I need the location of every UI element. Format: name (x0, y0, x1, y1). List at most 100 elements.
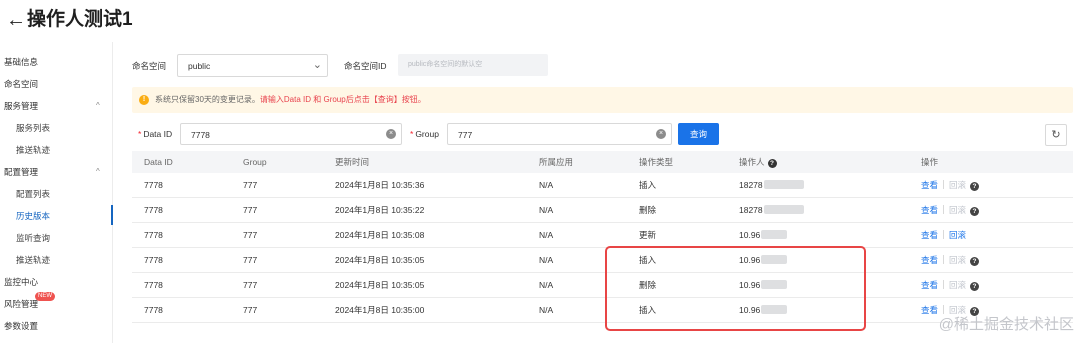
cell-actions: 查看 回滚 (921, 229, 966, 241)
help-icon[interactable]: ? (970, 257, 980, 266)
cell-op-type: 更新 (639, 230, 657, 240)
divider (943, 305, 945, 314)
sidebar-item-risk-management[interactable]: 风险管理 (4, 298, 38, 310)
cell-update-time: 2024年1月8日 10:35:05 (335, 280, 425, 290)
operator-text: 10.96 (739, 305, 761, 315)
view-link[interactable]: 查看 (921, 280, 938, 290)
watermark: @稀土掘金技术社区 (938, 316, 1074, 333)
column-header-group: Group (243, 157, 267, 167)
table-row: 7778 777 2024年1月8日 10:35:05 N/A 插入 10.96… (132, 248, 1073, 273)
column-header-dataid: Data ID (144, 157, 173, 167)
view-link[interactable]: 查看 (921, 205, 938, 215)
cell-actions: 查看 回滚? (921, 204, 980, 216)
cell-dataid: 7778 (144, 305, 163, 315)
cell-app: N/A (539, 205, 554, 215)
cell-app: N/A (539, 255, 554, 265)
cell-actions: 查看 回滚? (921, 279, 980, 291)
sidebar-item-service-list[interactable]: 服务列表 (16, 122, 50, 134)
namespace-id-value: public命名空间的默认空 (408, 61, 483, 68)
cell-actions: 查看 回滚? (921, 254, 980, 266)
rollback-link[interactable]: 回滚 (949, 305, 966, 315)
cell-group: 777 (243, 305, 258, 315)
sidebar-item-monitor-center[interactable]: 监控中心 (4, 276, 38, 288)
redacted-blur (761, 255, 788, 264)
main-content: 命名空间 public ⌄ 命名空间ID public命名空间的默认空 ! 系统… (120, 42, 1080, 343)
active-indicator (111, 205, 113, 225)
sidebar-item-namespace[interactable]: 命名空间 (4, 78, 38, 90)
sidebar-item-history-version[interactable]: 历史版本 (16, 210, 50, 222)
group-input[interactable]: 777 × (447, 123, 672, 145)
column-header-op-type: 操作类型 (639, 157, 674, 167)
help-icon[interactable]: ? (970, 207, 980, 216)
sidebar-item-config-management[interactable]: 配置管理 (4, 166, 38, 178)
sidebar-item-parameter-settings[interactable]: 参数设置 (4, 320, 38, 332)
divider (943, 230, 945, 239)
sidebar-item-basic-info[interactable]: 基础信息 (4, 56, 38, 68)
divider (943, 180, 945, 189)
view-link[interactable]: 查看 (921, 255, 938, 265)
namespace-id-label: 命名空间ID (344, 61, 387, 71)
redacted-blur (761, 305, 788, 314)
dataid-input[interactable]: 7778 × (180, 123, 402, 145)
rollback-link[interactable]: 回滚 (949, 205, 966, 215)
cell-operator: 18278 (739, 204, 804, 216)
cell-op-type: 插入 (639, 180, 657, 190)
notice-text: 系统只保留30天的变更记录。请输入Data ID 和 Group后点击【查询】按… (155, 94, 426, 106)
notice-text-red: 请输入Data ID 和 Group后点击【查询】按钮。 (259, 95, 426, 104)
cell-group: 777 (243, 280, 258, 290)
cell-op-type: 插入 (639, 305, 657, 315)
column-header-app: 所属应用 (539, 157, 574, 167)
cell-dataid: 7778 (144, 205, 163, 215)
clear-circle-icon[interactable]: × (656, 129, 666, 139)
new-badge: NEW (35, 292, 55, 301)
cell-dataid: 7778 (144, 180, 163, 190)
table-row: 7778 777 2024年1月8日 10:35:08 N/A 更新 10.96… (132, 223, 1073, 248)
rollback-link[interactable]: 回滚 (949, 230, 966, 240)
cell-update-time: 2024年1月8日 10:35:05 (335, 255, 425, 265)
cell-group: 777 (243, 255, 258, 265)
arrow-left-icon[interactable]: ← (6, 9, 26, 31)
sidebar-item-config-list[interactable]: 配置列表 (16, 188, 50, 200)
view-link[interactable]: 查看 (921, 305, 938, 315)
operator-text: 18278 (739, 205, 763, 215)
cell-actions: 查看 回滚? (921, 179, 980, 191)
refresh-icon[interactable]: ↻ (1045, 124, 1067, 146)
clear-circle-icon[interactable]: × (386, 129, 396, 139)
cell-op-type: 插入 (639, 255, 657, 265)
view-link[interactable]: 查看 (921, 180, 938, 190)
rollback-link[interactable]: 回滚 (949, 280, 966, 290)
notice-banner: ! 系统只保留30天的变更记录。请输入Data ID 和 Group后点击【查询… (132, 87, 1073, 113)
divider (943, 205, 945, 214)
cell-op-type: 删除 (639, 205, 657, 215)
rollback-link[interactable]: 回滚 (949, 180, 966, 190)
cell-group: 777 (243, 180, 258, 190)
operator-text: 10.96 (739, 230, 761, 240)
sidebar-item-service-management[interactable]: 服务管理 (4, 100, 38, 112)
view-link[interactable]: 查看 (921, 230, 938, 240)
sidebar-item-config-push-trace[interactable]: 推送轨迹 (16, 254, 50, 266)
cell-dataid: 7778 (144, 280, 163, 290)
help-icon[interactable]: ? (767, 159, 777, 168)
table-row: 7778 777 2024年1月8日 10:35:00 N/A 插入 10.96… (132, 298, 1073, 323)
chevron-up-icon[interactable]: ^ (96, 100, 100, 112)
sidebar-item-listener-query[interactable]: 监听查询 (16, 232, 50, 244)
rollback-link[interactable]: 回滚 (949, 255, 966, 265)
group-input-value: 777 (458, 130, 473, 140)
query-button[interactable]: 查询 (678, 123, 719, 145)
help-icon[interactable]: ? (970, 182, 980, 191)
column-header-operator-text: 操作人 (739, 157, 765, 167)
chevron-up-icon[interactable]: ^ (96, 166, 100, 178)
column-header-operator: 操作人? (739, 156, 777, 168)
cell-group: 777 (243, 205, 258, 215)
chevron-down-icon: ⌄ (312, 59, 322, 71)
namespace-select[interactable]: public ⌄ (177, 54, 328, 77)
help-icon[interactable]: ? (970, 282, 980, 291)
namespace-label: 命名空间 (132, 61, 167, 71)
divider (943, 255, 945, 264)
column-header-actions: 操作 (921, 157, 939, 167)
required-mark: * (410, 129, 414, 139)
cell-app: N/A (539, 305, 554, 315)
sidebar-item-service-push-trace[interactable]: 推送轨迹 (16, 144, 50, 156)
cell-operator: 10.96 (739, 254, 788, 266)
table-row: 7778 777 2024年1月8日 10:35:05 N/A 删除 10.96… (132, 273, 1073, 298)
